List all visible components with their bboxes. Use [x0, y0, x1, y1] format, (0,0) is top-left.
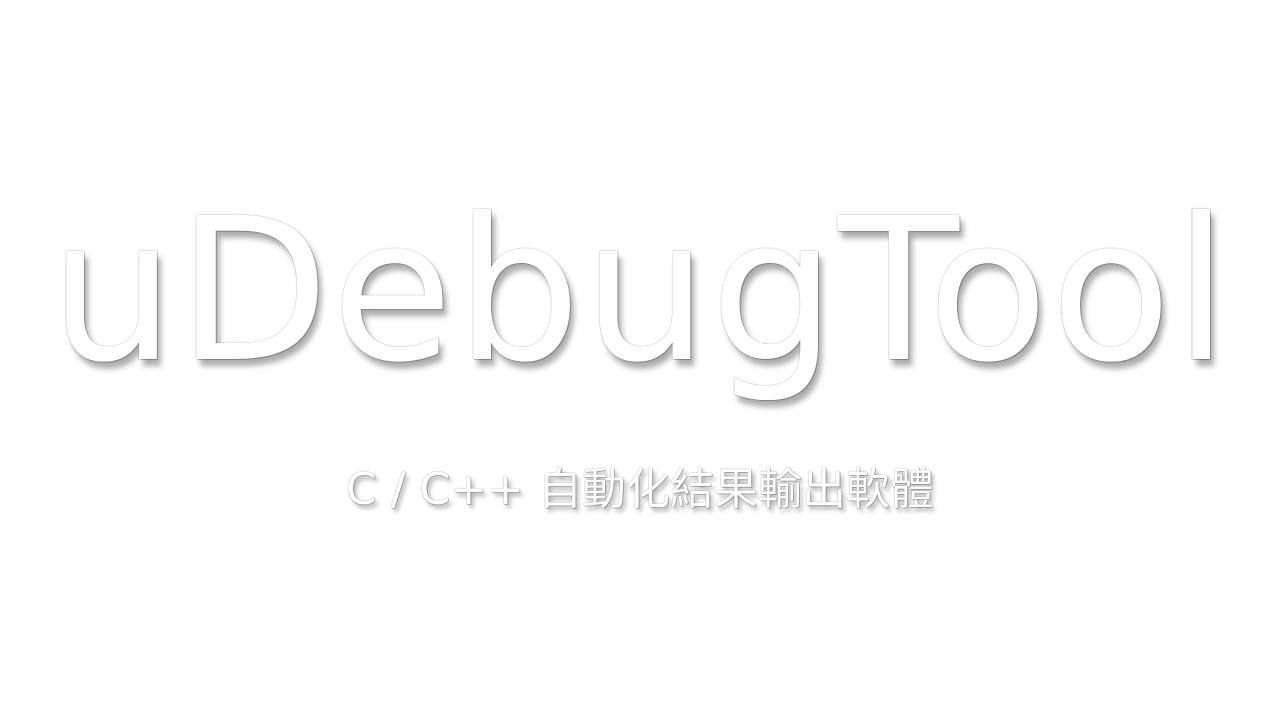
app-subtitle: C / C++ 自動化結果輸出軟體: [346, 464, 934, 515]
app-title: uDebugTool: [49, 175, 1231, 406]
splash-screen: uDebugTool C / C++ 自動化結果輸出軟體: [0, 0, 1280, 720]
